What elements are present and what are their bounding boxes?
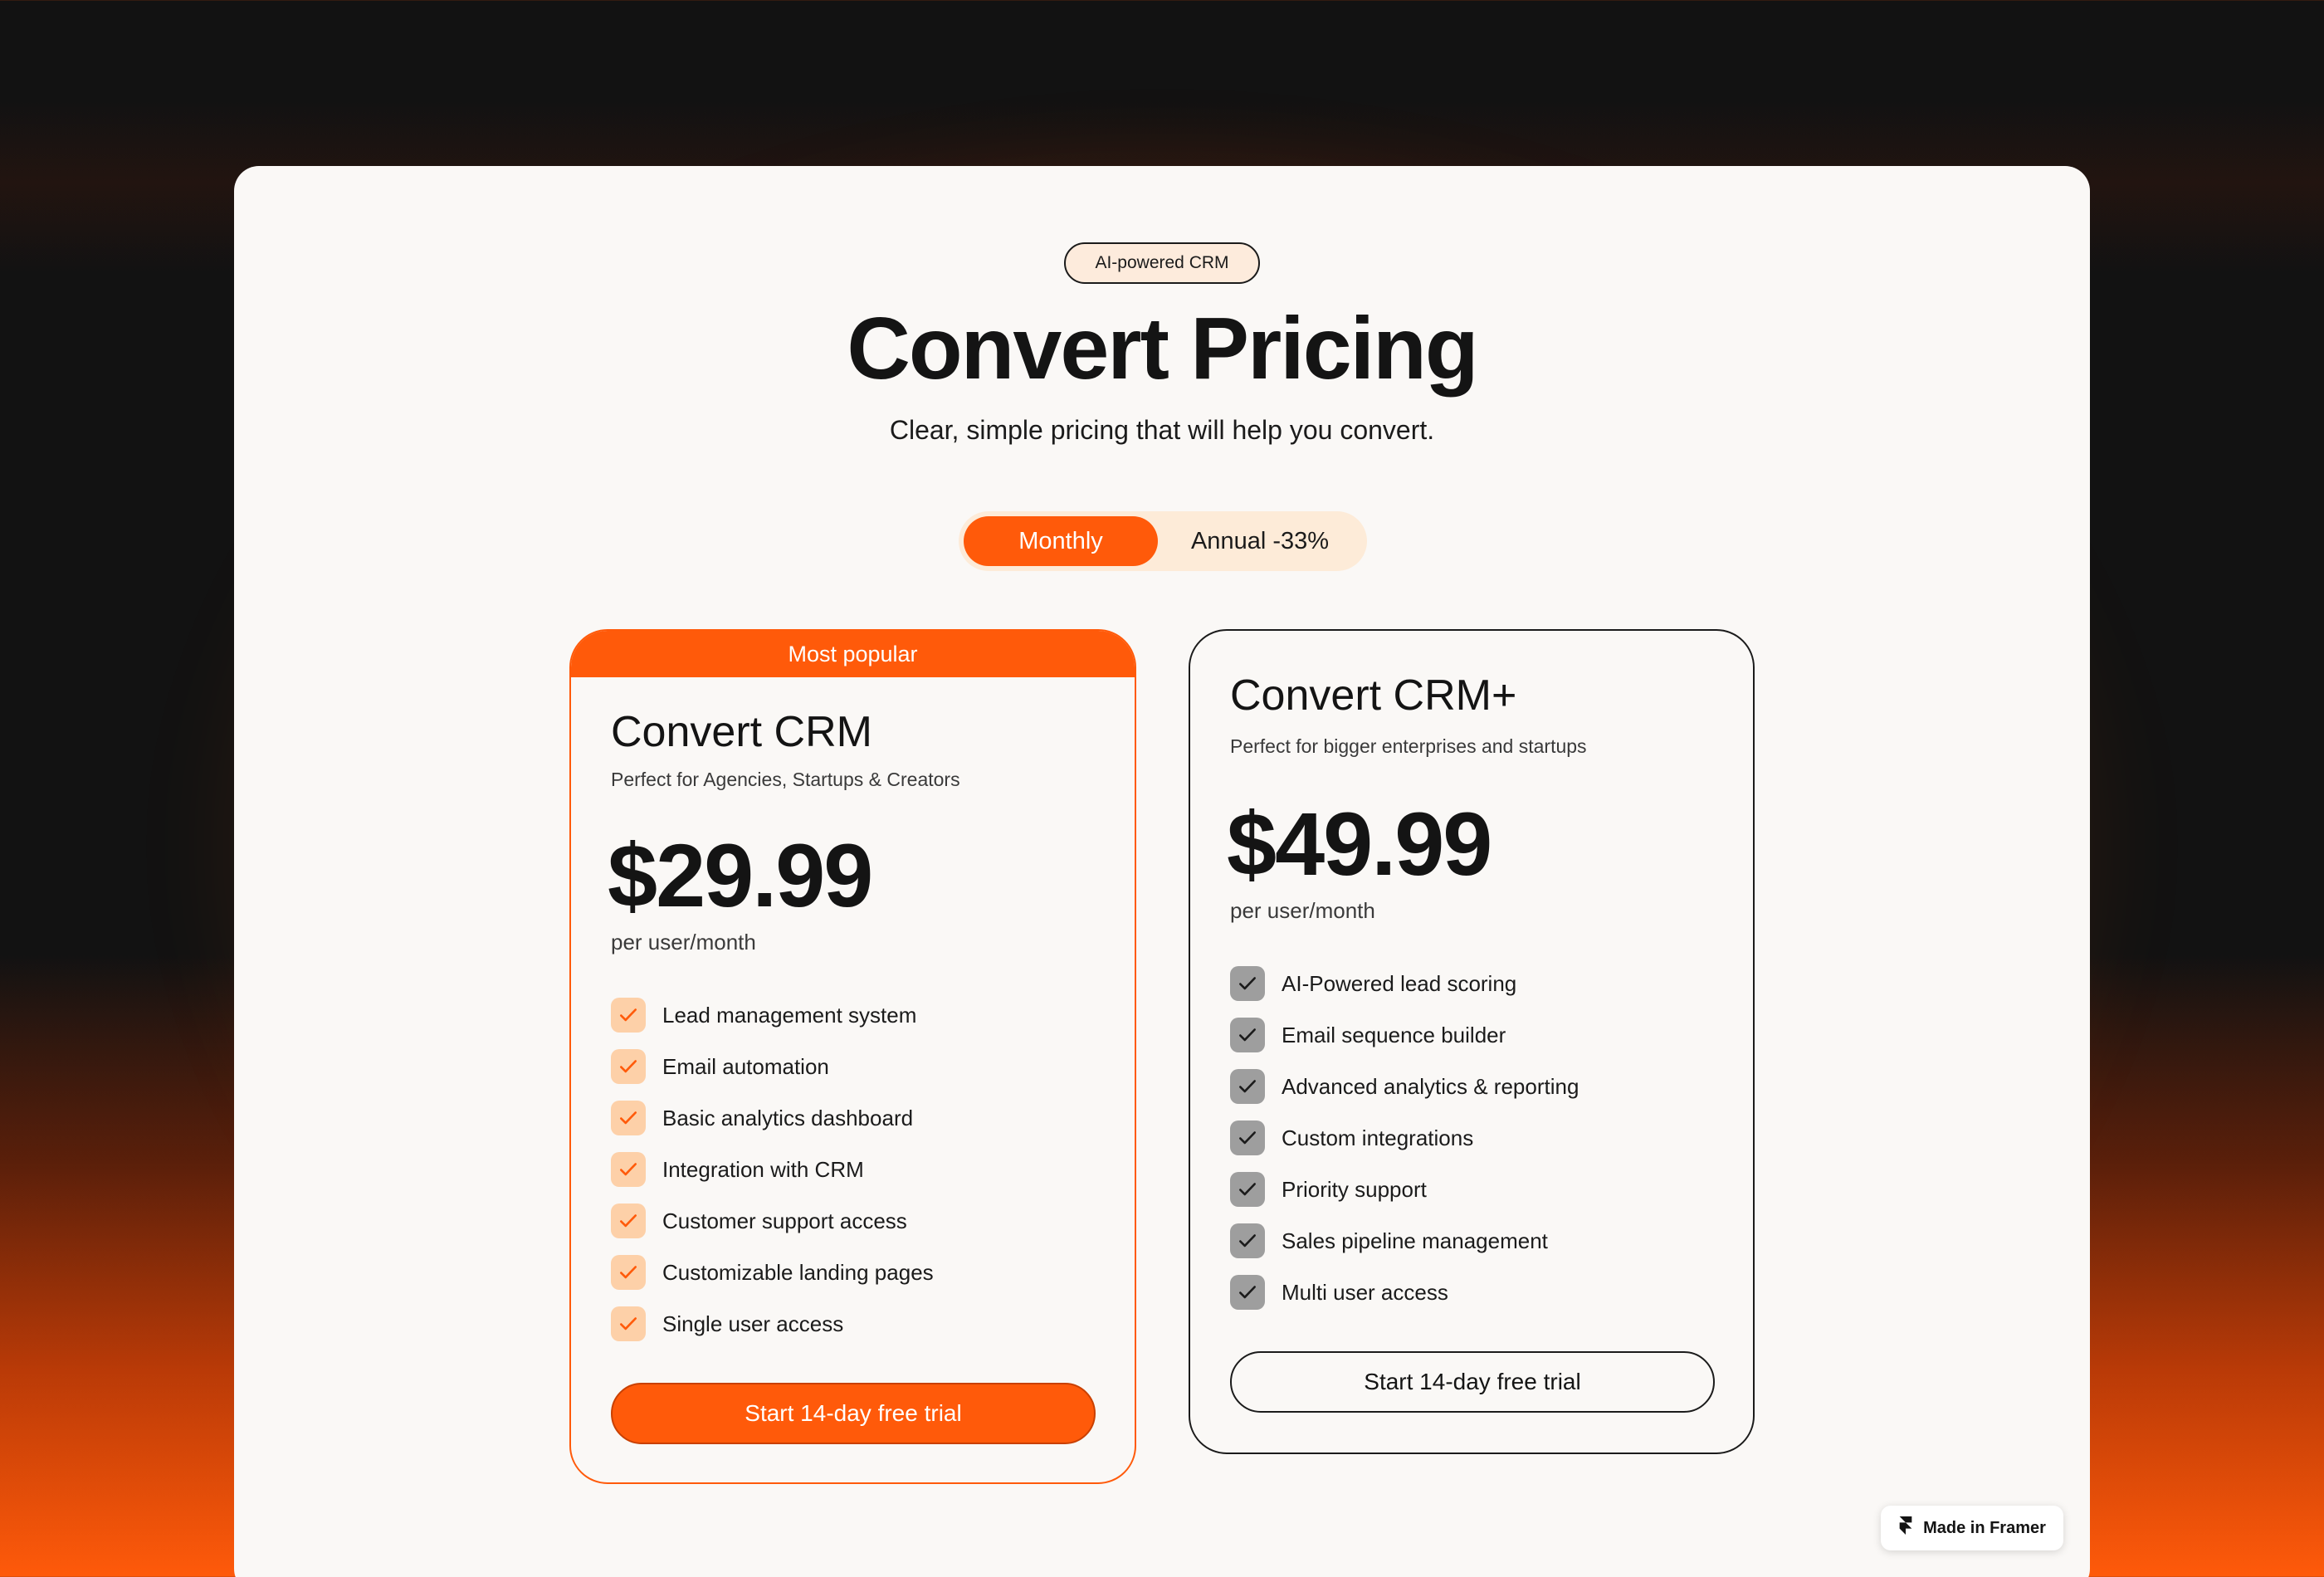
feature-label: Priority support xyxy=(1282,1176,1427,1202)
feature-label: Email sequence builder xyxy=(1282,1022,1506,1047)
start-trial-button[interactable]: Start 14-day free trial xyxy=(1230,1351,1715,1413)
feature-item: Single user access xyxy=(611,1298,934,1350)
feature-item: Advanced analytics & reporting xyxy=(1230,1061,1579,1112)
start-trial-button[interactable]: Start 14-day free trial xyxy=(611,1383,1096,1444)
plan-card-convert-crm: Most popular Convert CRM Perfect for Age… xyxy=(569,629,1136,1484)
feature-label: Customizable landing pages xyxy=(662,1259,934,1285)
check-icon xyxy=(611,1204,646,1238)
feature-label: Custom integrations xyxy=(1282,1125,1474,1150)
check-icon xyxy=(1230,1223,1265,1258)
plan-price-unit: per user/month xyxy=(611,930,756,954)
feature-item: Email automation xyxy=(611,1041,934,1092)
plan-name: Convert CRM xyxy=(611,708,872,756)
billing-option-annual[interactable]: Annual -33% xyxy=(1158,516,1362,566)
feature-label: Email automation xyxy=(662,1053,829,1079)
feature-list: AI-Powered lead scoring Email sequence b… xyxy=(1230,958,1579,1318)
billing-toggle[interactable]: Monthly Annual -33% xyxy=(959,511,1367,571)
feature-label: Multi user access xyxy=(1282,1279,1448,1305)
page-title: Convert Pricing xyxy=(847,300,1478,398)
feature-item: Priority support xyxy=(1230,1164,1579,1215)
check-icon xyxy=(611,1306,646,1341)
billing-option-monthly[interactable]: Monthly xyxy=(964,516,1158,566)
check-icon xyxy=(611,998,646,1033)
check-icon xyxy=(1230,1018,1265,1052)
feature-item: Custom integrations xyxy=(1230,1112,1579,1164)
feature-label: Advanced analytics & reporting xyxy=(1282,1073,1579,1099)
check-icon xyxy=(1230,1172,1265,1207)
check-icon xyxy=(611,1152,646,1187)
feature-item: Customizable landing pages xyxy=(611,1247,934,1298)
feature-item: AI-Powered lead scoring xyxy=(1230,958,1579,1009)
page-subtitle: Clear, simple pricing that will help you… xyxy=(889,415,1435,445)
check-icon xyxy=(1230,1275,1265,1310)
plan-card-convert-crm-plus: Convert CRM+ Perfect for bigger enterpri… xyxy=(1189,629,1755,1454)
plan-description: Perfect for bigger enterprises and start… xyxy=(1230,735,1587,757)
feature-label: AI-Powered lead scoring xyxy=(1282,970,1517,996)
plan-price-unit: per user/month xyxy=(1230,898,1375,923)
check-icon xyxy=(611,1101,646,1135)
feature-item: Customer support access xyxy=(611,1195,934,1247)
feature-item: Lead management system xyxy=(611,989,934,1041)
check-icon xyxy=(1230,1069,1265,1104)
feature-item: Email sequence builder xyxy=(1230,1009,1579,1061)
feature-label: Lead management system xyxy=(662,1002,917,1028)
check-icon xyxy=(611,1255,646,1290)
most-popular-ribbon: Most popular xyxy=(571,631,1135,677)
feature-label: Customer support access xyxy=(662,1208,907,1233)
feature-item: Sales pipeline management xyxy=(1230,1215,1579,1267)
feature-item: Integration with CRM xyxy=(611,1144,934,1195)
feature-item: Basic analytics dashboard xyxy=(611,1092,934,1144)
feature-label: Basic analytics dashboard xyxy=(662,1105,914,1130)
check-icon xyxy=(611,1049,646,1084)
plan-name: Convert CRM+ xyxy=(1230,671,1517,720)
ai-crm-badge: AI-powered CRM xyxy=(1064,242,1260,284)
plan-description: Perfect for Agencies, Startups & Creator… xyxy=(611,769,960,790)
feature-item: Multi user access xyxy=(1230,1267,1579,1318)
plan-price: $29.99 xyxy=(608,825,873,925)
plan-price: $49.99 xyxy=(1227,793,1492,894)
made-in-framer-badge[interactable]: Made in Framer xyxy=(1881,1506,2063,1550)
check-icon xyxy=(1230,966,1265,1001)
feature-label: Single user access xyxy=(662,1311,844,1336)
framer-badge-label: Made in Framer xyxy=(1923,1518,2046,1537)
feature-label: Sales pipeline management xyxy=(1282,1228,1548,1253)
check-icon xyxy=(1230,1120,1265,1155)
feature-list: Lead management system Email automation … xyxy=(611,989,934,1350)
framer-logo-icon xyxy=(1898,1516,1913,1540)
feature-label: Integration with CRM xyxy=(662,1156,864,1182)
